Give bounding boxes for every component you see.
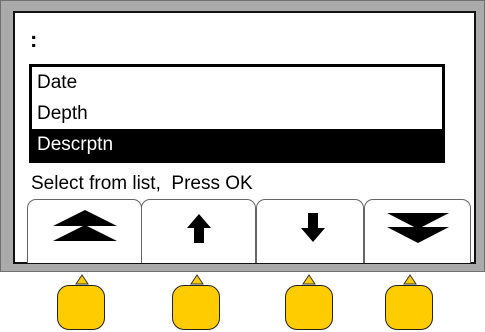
arrow-down-icon — [301, 213, 325, 242]
pointer-triangle-icon — [190, 274, 204, 285]
hardware-button-2[interactable] — [172, 285, 220, 330]
softkey-page-down[interactable] — [364, 199, 471, 263]
hardware-button-4[interactable] — [385, 285, 433, 330]
softkey-up[interactable] — [141, 199, 256, 263]
hardware-button-1[interactable] — [57, 285, 105, 330]
list-item-depth[interactable]: Depth — [32, 98, 442, 129]
instruction-text: Select from list, Press OK — [31, 173, 253, 194]
list-item-descrptn[interactable]: Descrptn — [32, 129, 442, 160]
double-chevron-down-icon — [387, 213, 449, 243]
selection-list[interactable]: Date Depth Descrptn — [29, 64, 445, 163]
list-item-date[interactable]: Date — [32, 67, 442, 98]
softkey-down[interactable] — [256, 199, 364, 263]
arrow-up-icon — [187, 214, 211, 243]
screen-header: : — [30, 27, 38, 52]
double-chevron-up-icon — [53, 210, 117, 241]
pointer-triangle-icon — [302, 274, 316, 285]
hardware-button-3[interactable] — [285, 285, 333, 330]
pointer-triangle-icon — [403, 274, 417, 285]
pointer-triangle-icon — [75, 274, 89, 285]
softkey-page-up[interactable] — [27, 199, 142, 263]
